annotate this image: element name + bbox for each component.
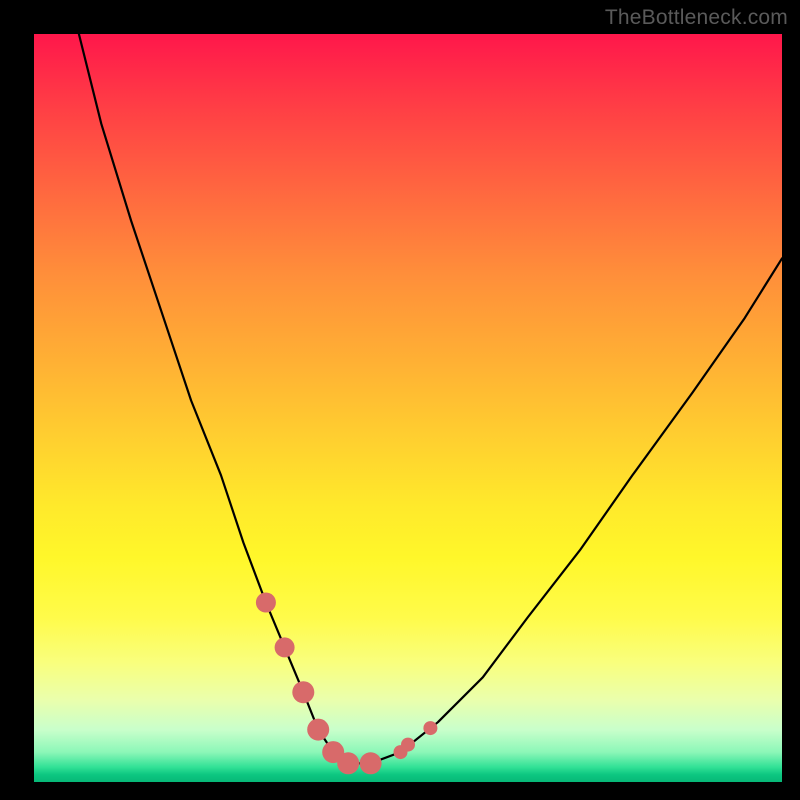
watermark-text: TheBottleneck.com <box>605 6 788 30</box>
chart-svg <box>34 34 782 782</box>
chart-frame: TheBottleneck.com <box>0 0 800 800</box>
curve-line <box>79 34 782 763</box>
curve-markers <box>256 593 438 775</box>
